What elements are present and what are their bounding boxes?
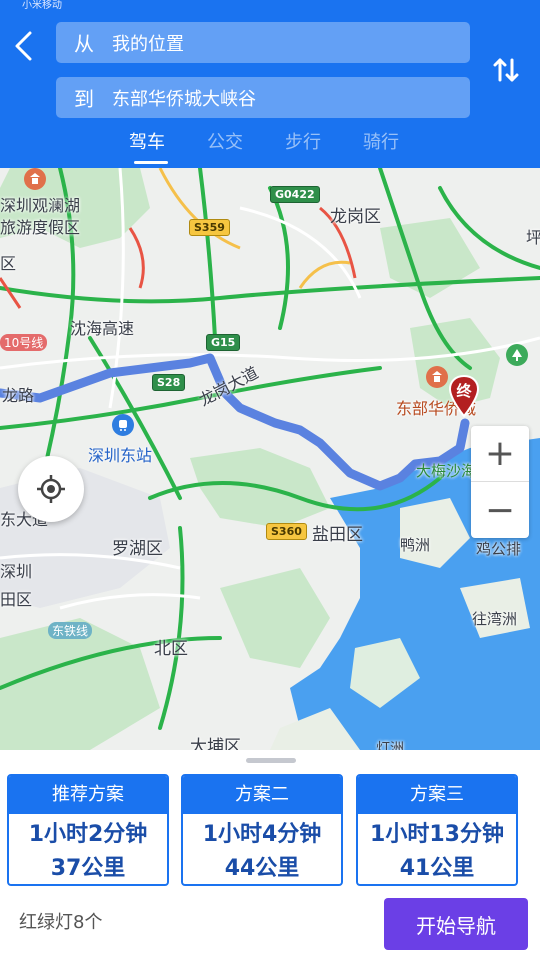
pagoda-icon [432, 371, 442, 382]
tree-icon [512, 349, 522, 361]
from-input[interactable]: 从 我的位置 [56, 22, 470, 63]
swap-button[interactable] [490, 54, 522, 86]
map-label-tianqu: 田区 [0, 590, 33, 609]
zoom-controls: + − [471, 426, 529, 538]
map-label-shenzhen: 深圳 [0, 562, 33, 581]
plan-distance: 44公里 [224, 856, 300, 881]
start-navigation-button[interactable]: 开始导航 [384, 898, 528, 950]
road-badge-s359: S359 [189, 219, 230, 236]
crosshair-icon [37, 475, 65, 503]
plan-distance: 37公里 [50, 856, 126, 881]
back-arrow-icon [15, 31, 32, 61]
map-label-wangwanzhou: 往湾洲 [472, 610, 518, 628]
map-label-dengzhou: 灯洲 [376, 741, 404, 750]
route-panel: 推荐方案 1小时2分钟 37公里 方案二 1小时4分钟 44公里 方案三 1小时… [0, 750, 540, 960]
plan-card-3[interactable]: 方案三 1小时13分钟 41公里 [356, 774, 518, 886]
map-label-luohu: 罗湖区 [112, 539, 163, 559]
traffic-lights-count: 红绿灯8个 [19, 912, 103, 933]
map-label-shenzhen-east: 深圳东站 [88, 446, 153, 465]
map-label-beiqu: 北区 [154, 639, 188, 659]
station-poi-icon[interactable] [112, 414, 134, 436]
tab-walk[interactable]: 步行 [264, 128, 342, 164]
plan-card-1[interactable]: 推荐方案 1小时2分钟 37公里 [7, 774, 169, 886]
map-label-longlu: 龙路 [2, 386, 35, 405]
metro-badge-east-rail: 东铁线 [48, 622, 93, 639]
from-prefix: 从 [74, 32, 94, 56]
pagoda-icon [30, 173, 40, 184]
plan-time: 1小时4分钟 [202, 822, 322, 847]
map-label-shenhai: 沈海高速 [70, 319, 135, 338]
tab-transit[interactable]: 公交 [186, 128, 264, 164]
oct-poi-icon[interactable] [426, 366, 448, 388]
plan-title: 推荐方案 [9, 776, 167, 814]
map-label-yazhou: 鸭洲 [400, 536, 431, 554]
mode-tabs: 驾车 公交 步行 骑行 [108, 128, 420, 164]
plan-time: 1小时13分钟 [370, 822, 504, 847]
road-badge-g0422: G0422 [270, 186, 320, 203]
map-label-resort: 旅游度假区 [0, 218, 81, 237]
plan-time: 1小时2分钟 [28, 822, 148, 847]
swap-icon [493, 58, 519, 82]
plan-title: 方案二 [183, 776, 341, 814]
map-label-longgang: 龙岗区 [330, 207, 381, 227]
plan-title: 方案三 [358, 776, 516, 814]
to-value: 东部华侨城大峡谷 [112, 88, 256, 110]
map-view[interactable]: 深圳观澜湖 旅游度假区 龙岗区 沈海高速 龙岗大道 深圳东站 东部华侨城 大梅沙… [0, 168, 540, 750]
train-icon [119, 420, 127, 431]
end-marker-label: 终 [456, 382, 472, 400]
road-badge-g15: G15 [206, 334, 241, 351]
header: 小米移动 从 我的位置 到 东部华侨城大峡谷 驾车 公交 步行 骑行 [0, 0, 540, 168]
from-value: 我的位置 [112, 33, 184, 55]
plan-distance: 41公里 [399, 856, 475, 881]
map-label-dapu: 大埔区 [190, 737, 241, 750]
map-label-yantian: 盐田区 [312, 525, 363, 545]
back-button[interactable] [8, 28, 38, 64]
map-base [0, 168, 540, 750]
park-poi-icon[interactable] [506, 344, 528, 366]
tab-drive[interactable]: 驾车 [108, 128, 186, 164]
drag-handle[interactable] [246, 758, 296, 763]
plan-card-2[interactable]: 方案二 1小时4分钟 44公里 [181, 774, 343, 886]
zoom-in-button[interactable]: + [471, 426, 529, 482]
status-text: 小米移动 [22, 0, 62, 11]
locate-button[interactable] [18, 456, 84, 522]
road-badge-s360: S360 [266, 523, 307, 540]
scenic-poi-icon[interactable] [24, 168, 46, 190]
road-badge-s28: S28 [152, 374, 186, 391]
destination-marker[interactable]: 终 [447, 374, 481, 418]
map-label-qu: 区 [0, 254, 17, 273]
to-prefix: 到 [74, 87, 94, 111]
map-label-ping: 坪 [526, 228, 540, 247]
zoom-out-button[interactable]: − [471, 482, 529, 538]
to-input[interactable]: 到 东部华侨城大峡谷 [56, 77, 470, 118]
map-label-jigongpai: 鸡公排 [476, 540, 522, 558]
map-label-guanlanhu: 深圳观澜湖 [0, 196, 81, 215]
tab-bike[interactable]: 骑行 [342, 128, 420, 164]
metro-badge-line10: 10号线 [0, 334, 48, 351]
